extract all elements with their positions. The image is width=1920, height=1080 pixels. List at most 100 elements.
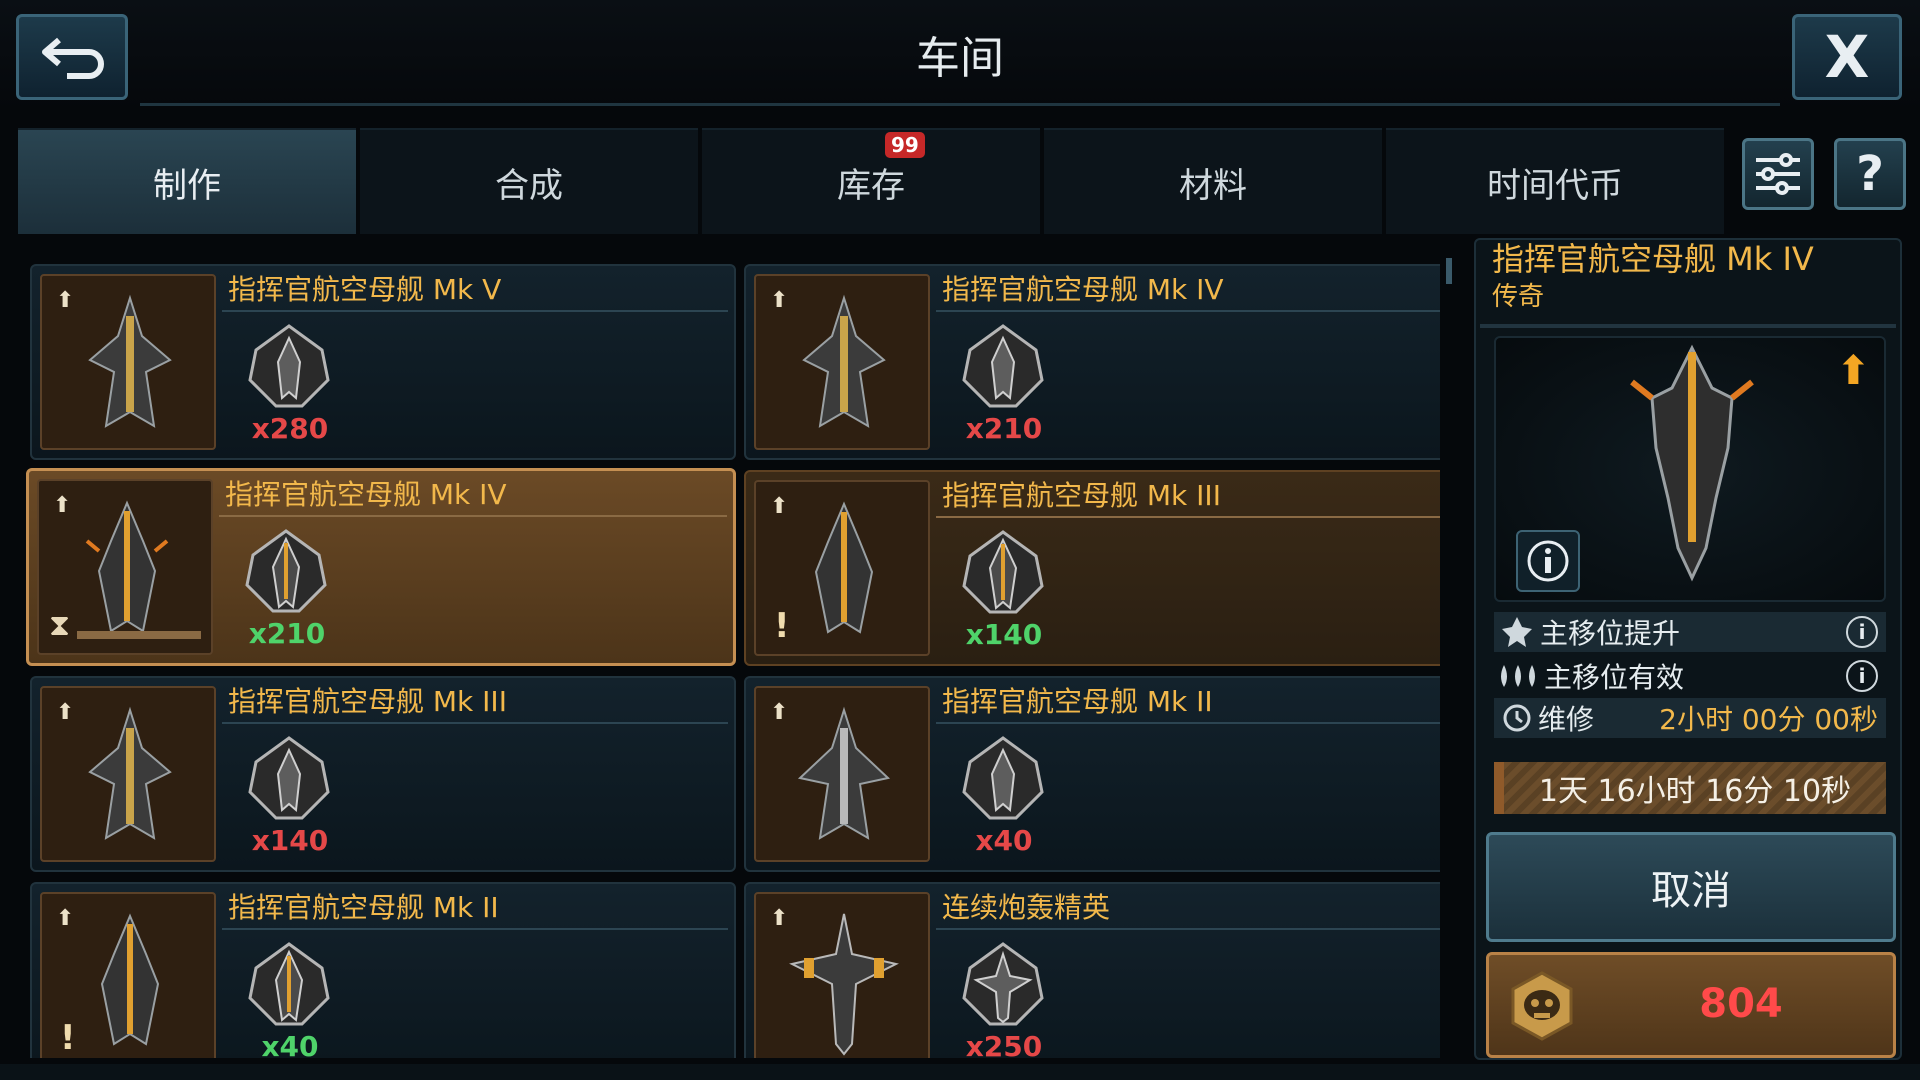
ship-thumbnail: ⬆ ⧗ [37, 479, 213, 655]
info-icon [1527, 540, 1569, 582]
tab-inventory[interactable]: 99 库存 [702, 128, 1040, 234]
blueprint-card[interactable]: ⬆ 连续炮轰精英 x250 [744, 882, 1440, 1058]
skull-coin-icon [1511, 971, 1573, 1041]
close-icon: X [1824, 23, 1870, 91]
stat-label: 主移位有效 [1544, 661, 1685, 694]
ship-thumbnail: ⬆ [754, 686, 930, 862]
divider [219, 515, 727, 517]
rarity-label: 传奇 [1492, 282, 1545, 312]
required-blueprint-icon [248, 324, 330, 408]
tab-label: 合成 [495, 165, 563, 206]
blueprint-card-selected[interactable]: ⬆ ⧗ 指挥官航空母舰 Mk IV x210 [26, 468, 736, 666]
cancel-button[interactable]: 取消 [1486, 832, 1896, 942]
stat-label: 主移位提升 [1540, 617, 1681, 650]
blueprint-card[interactable]: ⬆ 指挥官航空母舰 Mk II x40 [744, 676, 1440, 872]
stat-row: 主移位有效 i [1494, 656, 1886, 696]
upgrade-arrow-icon: ⬆ [770, 288, 789, 313]
blueprint-name: 连续炮轰精英 [942, 891, 1111, 924]
divider [1480, 324, 1896, 328]
alert-icon: ! [774, 606, 790, 646]
required-count: x210 [965, 412, 1043, 445]
displacement-icon [1501, 665, 1535, 687]
divider [222, 722, 728, 724]
required-blueprint-icon [962, 324, 1044, 408]
ship-thumbnail: ⬆ ! [40, 892, 216, 1058]
help-button[interactable]: ? [1834, 138, 1906, 210]
tab-merge[interactable]: 合成 [360, 128, 698, 234]
required-blueprint-icon [248, 736, 330, 820]
clock-icon [1503, 704, 1531, 732]
header-divider [140, 103, 1780, 106]
required-count: x140 [251, 824, 329, 857]
ship-thumbnail: ⬆ [40, 686, 216, 862]
close-button[interactable]: X [1792, 14, 1902, 100]
upgrade-arrow-icon: ⬆ [770, 906, 789, 931]
tab-materials[interactable]: 材料 [1044, 128, 1382, 234]
info-icon[interactable]: i [1846, 660, 1878, 692]
divider [936, 722, 1440, 724]
stat-label: 维修 [1538, 703, 1595, 736]
tab-label: 库存 [837, 165, 905, 206]
tab-time-tokens[interactable]: 时间代币 [1386, 128, 1724, 234]
upgrade-arrow-icon: ⬆ [770, 494, 789, 519]
info-button[interactable] [1516, 530, 1580, 592]
detail-panel: 指挥官航空母舰 Mk IV 传奇 ⬆ 主移位提升 i 主移位有效 i 维修 2小… [1474, 238, 1902, 1060]
required-count: x250 [965, 1030, 1043, 1058]
upgrade-arrow-icon: ⬆ [56, 700, 75, 725]
divider [222, 310, 728, 312]
divider [222, 928, 728, 930]
stat-row: 维修 2小时 00分 00秒 [1494, 698, 1886, 738]
speedup-cost-button[interactable]: 804 [1486, 952, 1896, 1058]
boost-icon [1502, 617, 1532, 647]
question-icon: ? [1856, 146, 1884, 202]
required-count: x210 [248, 617, 326, 650]
required-blueprint-icon [962, 530, 1044, 614]
notification-badge: 99 [885, 132, 925, 158]
repair-time-value: 2小时 00分 00秒 [1659, 703, 1878, 736]
sliders-icon [1756, 153, 1800, 195]
blueprint-grid: ⬆ 指挥官航空母舰 Mk V x280 ⬆ 指挥官航空母舰 Mk IV x210 [20, 250, 1440, 1058]
craft-timer: 1天 16小时 16分 10秒 [1494, 762, 1886, 814]
upgrade-arrow-icon: ⬆ [53, 493, 72, 518]
required-count: x140 [965, 618, 1043, 651]
stat-row: 主移位提升 i [1494, 612, 1886, 652]
upgrade-arrow-icon: ⬆ [770, 700, 789, 725]
alert-icon: ! [60, 1018, 76, 1058]
page-title: 车间 [916, 33, 1004, 84]
upgrade-arrow-icon: ⬆ [56, 906, 75, 931]
blueprint-card[interactable]: ⬆ 指挥官航空母舰 Mk III x140 [30, 676, 736, 872]
top-bar: 车间 X [0, 0, 1920, 110]
required-count: x40 [975, 824, 1033, 857]
blueprint-name: 指挥官航空母舰 Mk V [228, 273, 502, 306]
cost-value: 804 [1699, 981, 1783, 1027]
divider [936, 310, 1440, 312]
scrollbar[interactable] [1446, 258, 1452, 284]
tab-bar: 制作 合成 99 库存 材料 时间代币 [18, 128, 1724, 234]
tab-craft[interactable]: 制作 [18, 128, 356, 234]
blueprint-name: 指挥官航空母舰 Mk IV [225, 478, 507, 511]
blueprint-name: 指挥官航空母舰 Mk III [228, 685, 507, 718]
blueprint-card[interactable]: ⬆ ! 指挥官航空母舰 Mk III x140 [744, 470, 1440, 666]
ship-thumbnail: ⬆ [754, 274, 930, 450]
upgrade-arrow-icon: ⬆ [1836, 348, 1870, 394]
required-count: x40 [261, 1030, 319, 1058]
ship-thumbnail: ⬆ [40, 274, 216, 450]
tab-label: 时间代币 [1487, 165, 1623, 206]
required-blueprint-icon [245, 529, 327, 613]
required-count: x280 [251, 412, 329, 445]
divider [936, 928, 1440, 930]
blueprint-name: 指挥官航空母舰 Mk III [942, 479, 1221, 512]
filter-button[interactable] [1742, 138, 1814, 210]
blueprint-card[interactable]: ⬆ ! 指挥官航空母舰 Mk II x40 [30, 882, 736, 1058]
blueprint-name: 指挥官航空母舰 Mk II [942, 685, 1213, 718]
required-blueprint-icon [962, 736, 1044, 820]
blueprint-name: 指挥官航空母舰 Mk II [228, 891, 499, 924]
tab-label: 制作 [153, 165, 221, 206]
info-icon[interactable]: i [1846, 616, 1878, 648]
hourglass-icon: ⧗ [49, 608, 71, 643]
blueprint-card[interactable]: ⬆ 指挥官航空母舰 Mk V x280 [30, 264, 736, 460]
required-blueprint-icon [248, 942, 330, 1026]
upgrade-arrow-icon: ⬆ [56, 288, 75, 313]
craft-progress-bar [77, 631, 201, 639]
blueprint-card[interactable]: ⬆ 指挥官航空母舰 Mk IV x210 [744, 264, 1440, 460]
